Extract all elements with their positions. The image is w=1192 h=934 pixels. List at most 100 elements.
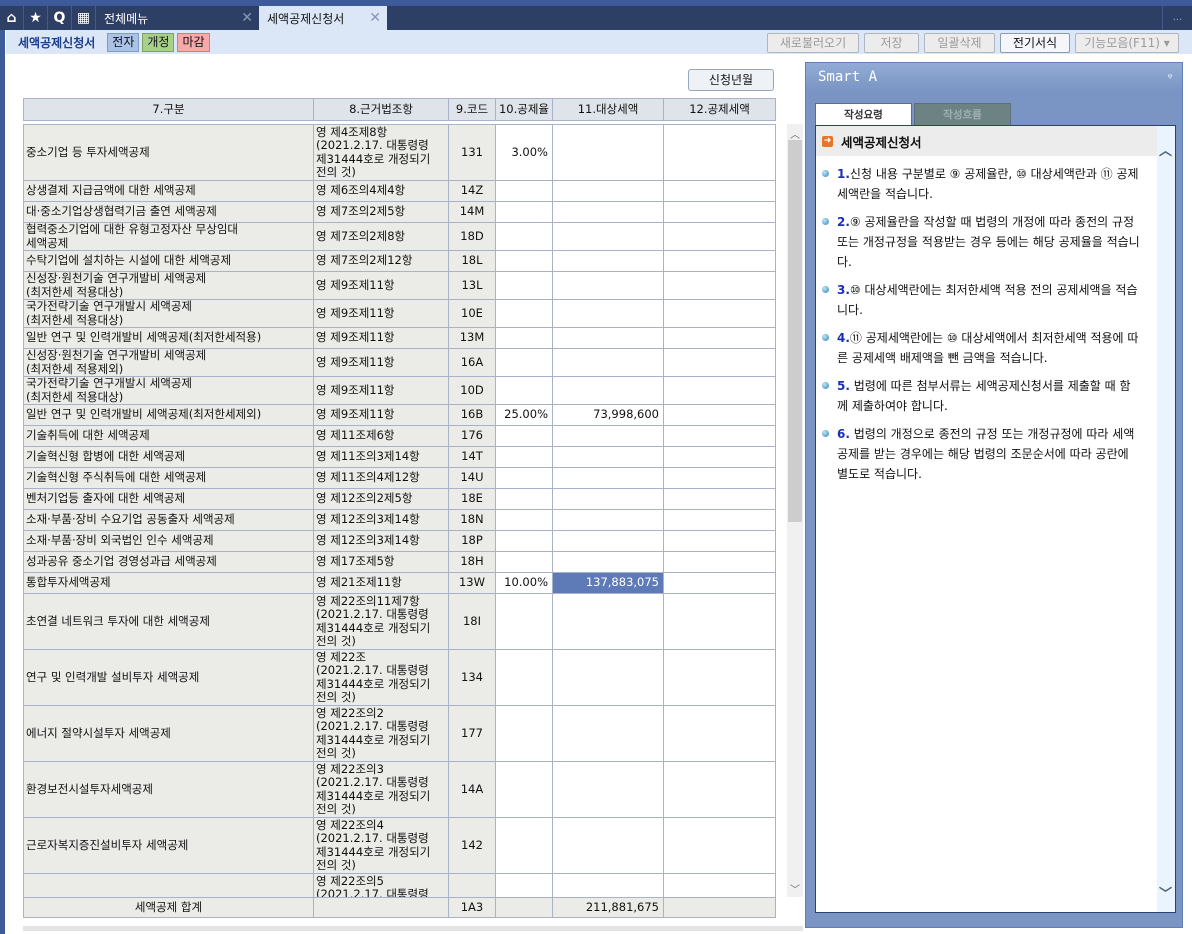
target-amount-input[interactable]	[552, 509, 664, 531]
rate-input[interactable]	[495, 488, 553, 510]
target-amount-input[interactable]	[552, 593, 664, 650]
target-amount-input[interactable]	[552, 348, 664, 377]
rate-input[interactable]	[495, 250, 553, 272]
rate-input[interactable]	[495, 376, 553, 405]
badge-revised[interactable]: 개정	[142, 32, 175, 52]
rate-input[interactable]	[495, 551, 553, 573]
delete-all-button[interactable]: 일괄삭제	[924, 33, 995, 53]
deduction-amount-input[interactable]	[663, 201, 776, 223]
deduction-amount-input[interactable]	[663, 250, 776, 272]
target-amount-input[interactable]	[552, 649, 664, 706]
chevron-up-icon[interactable]: ︿	[1159, 140, 1172, 159]
e-form-button[interactable]: 전기서식	[1000, 33, 1070, 53]
rate-input[interactable]	[495, 509, 553, 531]
calendar-icon[interactable]: ▦	[72, 6, 96, 30]
target-amount-input[interactable]	[552, 530, 664, 552]
target-amount-input[interactable]	[552, 551, 664, 573]
deduction-amount-input[interactable]	[663, 124, 776, 181]
deduction-amount-input[interactable]	[663, 572, 776, 594]
rate-input[interactable]: 3.00%	[495, 124, 553, 181]
target-amount-input[interactable]	[552, 180, 664, 202]
scrollbar-thumb[interactable]	[788, 140, 802, 522]
deduction-amount-input[interactable]	[663, 761, 776, 818]
target-amount-input[interactable]: 73,998,600	[552, 404, 664, 426]
tab-writing-guide[interactable]: 작성요령	[815, 103, 912, 126]
target-amount-input[interactable]	[552, 705, 664, 762]
rate-input[interactable]: 25.00%	[495, 404, 553, 426]
target-amount-input[interactable]	[552, 271, 664, 300]
rate-input[interactable]: 10.00%	[495, 572, 553, 594]
rate-input[interactable]	[495, 201, 553, 223]
table-scrollbar[interactable]: ︿ ﹀	[787, 124, 803, 897]
deduction-amount-input[interactable]	[663, 376, 776, 405]
chevron-down-icon[interactable]: ﹀	[1159, 883, 1172, 902]
pin-icon[interactable]: ᵠ	[1168, 63, 1172, 91]
target-amount-input[interactable]	[552, 761, 664, 818]
deduction-amount-input[interactable]	[663, 271, 776, 300]
deduction-amount-input[interactable]	[663, 530, 776, 552]
scroll-up-icon[interactable]: ︿	[787, 126, 803, 141]
target-amount-input[interactable]	[552, 817, 664, 874]
target-amount-input[interactable]	[552, 299, 664, 328]
panel-scrollbar[interactable]: ︿ ﹀	[1157, 126, 1175, 912]
rate-input[interactable]	[495, 530, 553, 552]
deduction-amount-input[interactable]	[663, 817, 776, 874]
tab-writing-flow[interactable]: 작성흐름	[914, 103, 1011, 126]
deduction-amount-input[interactable]	[663, 593, 776, 650]
rate-input[interactable]	[495, 467, 553, 489]
target-amount-input[interactable]	[552, 467, 664, 489]
functions-menu-button[interactable]: 기능모음(F11) ▾	[1075, 33, 1179, 53]
target-amount-input[interactable]	[552, 250, 664, 272]
deduction-amount-input[interactable]	[663, 180, 776, 202]
save-button[interactable]: 저장	[864, 33, 919, 53]
rate-input[interactable]	[495, 299, 553, 328]
close-icon[interactable]: ✕	[369, 10, 381, 26]
rate-input[interactable]	[495, 761, 553, 818]
target-amount-input[interactable]	[552, 376, 664, 405]
deduction-amount-input[interactable]	[663, 222, 776, 251]
reload-button[interactable]: 새로불러오기	[767, 33, 859, 53]
target-amount-input[interactable]	[552, 222, 664, 251]
rate-input[interactable]	[495, 348, 553, 377]
tab-tax-credit-form[interactable]: 세액공제신청서 ✕	[259, 6, 387, 30]
horizontal-scrollbar[interactable]	[23, 926, 803, 931]
close-icon[interactable]: ✕	[241, 10, 253, 26]
rate-input[interactable]	[495, 873, 553, 897]
rate-input[interactable]	[495, 327, 553, 349]
home-icon[interactable]: ⌂	[0, 6, 24, 30]
rate-input[interactable]	[495, 425, 553, 447]
scroll-down-icon[interactable]: ﹀	[787, 881, 803, 896]
tab-all-menu[interactable]: 전체메뉴 ✕	[96, 6, 259, 30]
rate-input[interactable]	[495, 649, 553, 706]
target-amount-input[interactable]	[552, 873, 664, 897]
rate-input[interactable]	[495, 271, 553, 300]
deduction-amount-input[interactable]	[663, 348, 776, 377]
deduction-amount-input[interactable]	[663, 425, 776, 447]
badge-electronic[interactable]: 전자	[107, 32, 140, 52]
badge-closed[interactable]: 마감	[177, 32, 210, 52]
more-tabs-button[interactable]: ...	[1162, 6, 1192, 30]
deduction-amount-input[interactable]	[663, 446, 776, 468]
deduction-amount-input[interactable]	[663, 705, 776, 762]
target-amount-input[interactable]	[552, 124, 664, 181]
target-amount-input[interactable]	[552, 201, 664, 223]
star-icon[interactable]: ★	[24, 6, 48, 30]
rate-input[interactable]	[495, 705, 553, 762]
rate-input[interactable]	[495, 593, 553, 650]
deduction-amount-input[interactable]	[663, 551, 776, 573]
search-icon[interactable]: Q	[48, 6, 72, 30]
deduction-amount-input[interactable]	[663, 327, 776, 349]
apply-month-button[interactable]: 신청년월	[688, 69, 774, 91]
deduction-amount-input[interactable]	[663, 873, 776, 897]
rate-input[interactable]	[495, 446, 553, 468]
rate-input[interactable]	[495, 222, 553, 251]
rate-input[interactable]	[495, 817, 553, 874]
target-amount-input[interactable]	[552, 327, 664, 349]
deduction-amount-input[interactable]	[663, 649, 776, 706]
deduction-amount-input[interactable]	[663, 509, 776, 531]
target-amount-input[interactable]	[552, 488, 664, 510]
deduction-amount-input[interactable]	[663, 467, 776, 489]
target-amount-input[interactable]	[552, 425, 664, 447]
target-amount-input[interactable]: 137,883,075	[552, 572, 664, 594]
deduction-amount-input[interactable]	[663, 488, 776, 510]
